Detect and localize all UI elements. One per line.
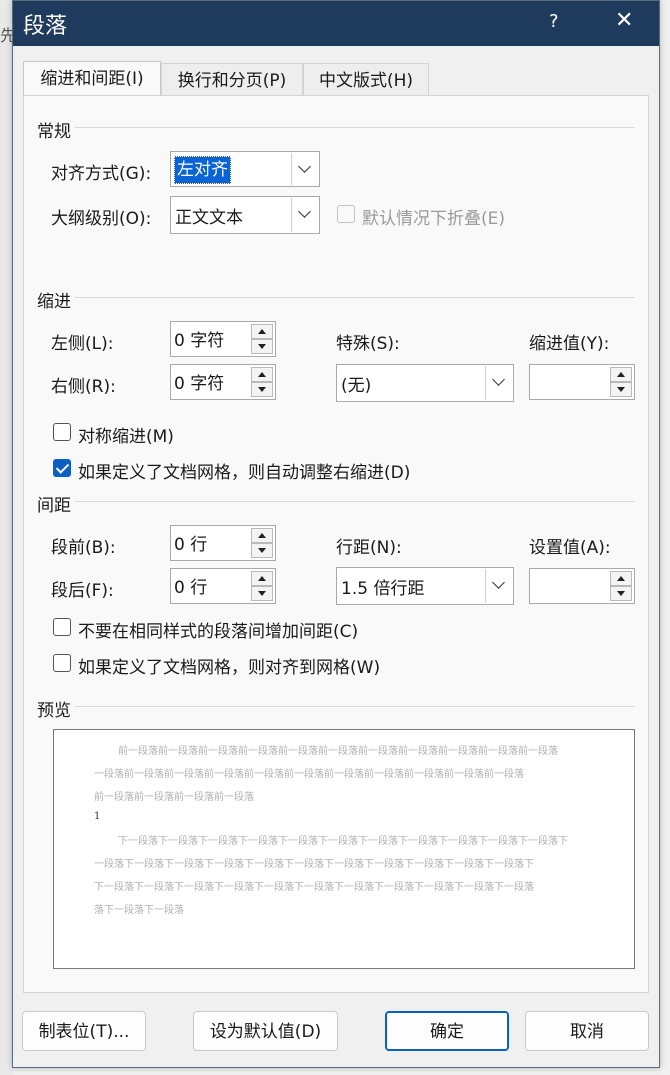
chevron-down-icon xyxy=(492,576,505,589)
section-divider xyxy=(75,501,635,502)
indent-left-spinner[interactable]: 0 字符 xyxy=(170,321,276,357)
arrow-up-icon xyxy=(617,576,625,581)
auto-adjust-right-indent-label: 如果定义了文档网格，则自动调整右缩进(D) xyxy=(78,463,411,483)
tab-indents-spacing[interactable]: 缩进和间距(I) xyxy=(23,61,161,97)
auto-adjust-right-indent-checkbox[interactable] xyxy=(53,459,71,477)
preview-next-line: 一段落下一段落下一段落下一段落下一段落下一段落下一段落下一段落下一段落下一段落下… xyxy=(94,859,534,870)
section-preview: 预览 xyxy=(37,701,71,721)
spin-up-button[interactable] xyxy=(251,367,273,382)
arrow-up-icon xyxy=(258,329,266,334)
special-indent-value: (无) xyxy=(341,376,372,396)
preview-previous-line: 前一段落前一段落前一段落前一段落前一段落前一段落前一段落前一段落前一段落前一段落… xyxy=(118,746,558,757)
arrow-down-icon xyxy=(258,344,266,349)
spin-up-button[interactable] xyxy=(251,571,273,586)
arrow-down-icon xyxy=(258,548,266,553)
section-indentation: 缩进 xyxy=(37,292,71,312)
line-spacing-at-spinner[interactable] xyxy=(529,568,635,604)
space-after-value: 0 行 xyxy=(174,578,208,598)
no-space-same-style-label: 不要在相同样式的段落间增加间距(C) xyxy=(78,622,359,642)
space-before-spinner[interactable]: 0 行 xyxy=(170,525,276,561)
set-as-default-button[interactable]: 设为默认值(D) xyxy=(193,1011,338,1051)
alignment-select[interactable]: 左对齐 xyxy=(170,151,320,187)
spin-down-button[interactable] xyxy=(610,586,632,601)
indent-right-value: 0 字符 xyxy=(174,374,225,394)
indent-left-value: 0 字符 xyxy=(174,331,225,351)
special-indent-label: 特殊(S): xyxy=(336,334,400,354)
indent-right-label: 右侧(R): xyxy=(51,377,116,397)
help-button[interactable]: ? xyxy=(549,11,559,32)
snap-to-grid-checkbox[interactable] xyxy=(53,654,71,672)
space-after-spinner[interactable]: 0 行 xyxy=(170,568,276,604)
paragraph-dialog: 段落 ? ✕ 缩进和间距(I) 换行和分页(P) 中文版式(H) 常规 对齐方式… xyxy=(12,0,660,1068)
space-before-value: 0 行 xyxy=(174,535,208,555)
spin-down-button[interactable] xyxy=(251,543,273,558)
chevron-down-icon xyxy=(492,373,505,386)
arrow-up-icon xyxy=(258,576,266,581)
preview-next-line: 落下一段落下一段落 xyxy=(94,905,184,916)
section-divider xyxy=(75,706,635,707)
line-spacing-label: 行距(N): xyxy=(336,538,402,558)
dropdown-button[interactable] xyxy=(485,569,512,603)
arrow-down-icon xyxy=(617,387,625,392)
spin-down-button[interactable] xyxy=(251,382,273,397)
outline-level-select[interactable]: 正文文本 xyxy=(170,196,320,234)
section-spacing: 间距 xyxy=(37,496,71,516)
arrow-up-icon xyxy=(617,372,625,377)
arrow-up-icon xyxy=(258,372,266,377)
arrow-down-icon xyxy=(258,591,266,596)
snap-to-grid-label: 如果定义了文档网格，则对齐到网格(W) xyxy=(78,658,381,678)
close-button[interactable]: ✕ xyxy=(615,8,633,33)
preview-next-line: 下一段落下一段落下一段落下一段落下一段落下一段落下一段落下一段落下一段落下一段落… xyxy=(118,836,568,847)
dropdown-button[interactable] xyxy=(291,153,318,185)
dropdown-button[interactable] xyxy=(485,366,512,400)
ok-button[interactable]: 确定 xyxy=(385,1011,509,1051)
preview-previous-line: 前一段落前一段落前一段落前一段落 xyxy=(94,792,254,803)
arrow-down-icon xyxy=(617,591,625,596)
collapse-checkbox[interactable] xyxy=(337,205,355,223)
tabs-button[interactable]: 制表位(T)... xyxy=(22,1011,146,1051)
spin-up-button[interactable] xyxy=(610,571,632,586)
dropdown-button[interactable] xyxy=(291,198,318,232)
line-spacing-at-label: 设置值(A): xyxy=(529,538,611,558)
chevron-down-icon xyxy=(298,160,311,173)
cancel-button[interactable]: 取消 xyxy=(525,1011,649,1051)
section-general: 常规 xyxy=(37,122,71,142)
alignment-label: 对齐方式(G): xyxy=(51,164,152,184)
spin-down-button[interactable] xyxy=(251,586,273,601)
no-space-same-style-checkbox[interactable] xyxy=(53,618,71,636)
indent-by-spinner[interactable] xyxy=(529,364,635,400)
arrow-up-icon xyxy=(258,533,266,538)
tab-asian-typography[interactable]: 中文版式(H) xyxy=(303,63,429,97)
spin-up-button[interactable] xyxy=(251,324,273,339)
preview-box: 前一段落前一段落前一段落前一段落前一段落前一段落前一段落前一段落前一段落前一段落… xyxy=(53,729,635,969)
preview-next-line: 下一段落下一段落下一段落下一段落下一段落下一段落下一段落下一段落下一段落下一段落… xyxy=(94,882,534,893)
spin-up-button[interactable] xyxy=(251,528,273,543)
mirror-indents-checkbox[interactable] xyxy=(53,423,71,441)
mirror-indents-label: 对称缩进(M) xyxy=(78,427,174,447)
section-divider xyxy=(75,127,635,128)
preview-previous-line: 一段落前一段落前一段落前一段落前一段落前一段落前一段落前一段落前一段落前一段落前… xyxy=(94,769,524,780)
tab-line-page-breaks[interactable]: 换行和分页(P) xyxy=(161,63,303,97)
spin-down-button[interactable] xyxy=(251,339,273,354)
chevron-down-icon xyxy=(298,205,311,218)
title-bar: 段落 ? ✕ xyxy=(13,1,659,46)
collapse-label: 默认情况下折叠(E) xyxy=(362,209,506,229)
spin-up-button[interactable] xyxy=(610,367,632,382)
spin-down-button[interactable] xyxy=(610,382,632,397)
line-spacing-value: 1.5 倍行距 xyxy=(341,579,425,599)
arrow-down-icon xyxy=(258,387,266,392)
special-indent-select[interactable]: (无) xyxy=(336,364,514,402)
outline-level-value: 正文文本 xyxy=(175,208,243,228)
indent-left-label: 左侧(L): xyxy=(51,334,114,354)
alignment-value: 左对齐 xyxy=(174,156,231,184)
indent-right-spinner[interactable]: 0 字符 xyxy=(170,364,276,400)
dialog-title: 段落 xyxy=(23,14,68,39)
section-divider xyxy=(75,297,635,298)
indent-by-label: 缩进值(Y): xyxy=(529,334,610,354)
space-before-label: 段前(B): xyxy=(51,538,116,558)
preview-current-paragraph: 1 xyxy=(94,811,101,822)
line-spacing-select[interactable]: 1.5 倍行距 xyxy=(336,567,514,605)
outline-level-label: 大纲级别(O): xyxy=(51,209,152,229)
space-after-label: 段后(F): xyxy=(51,581,114,601)
